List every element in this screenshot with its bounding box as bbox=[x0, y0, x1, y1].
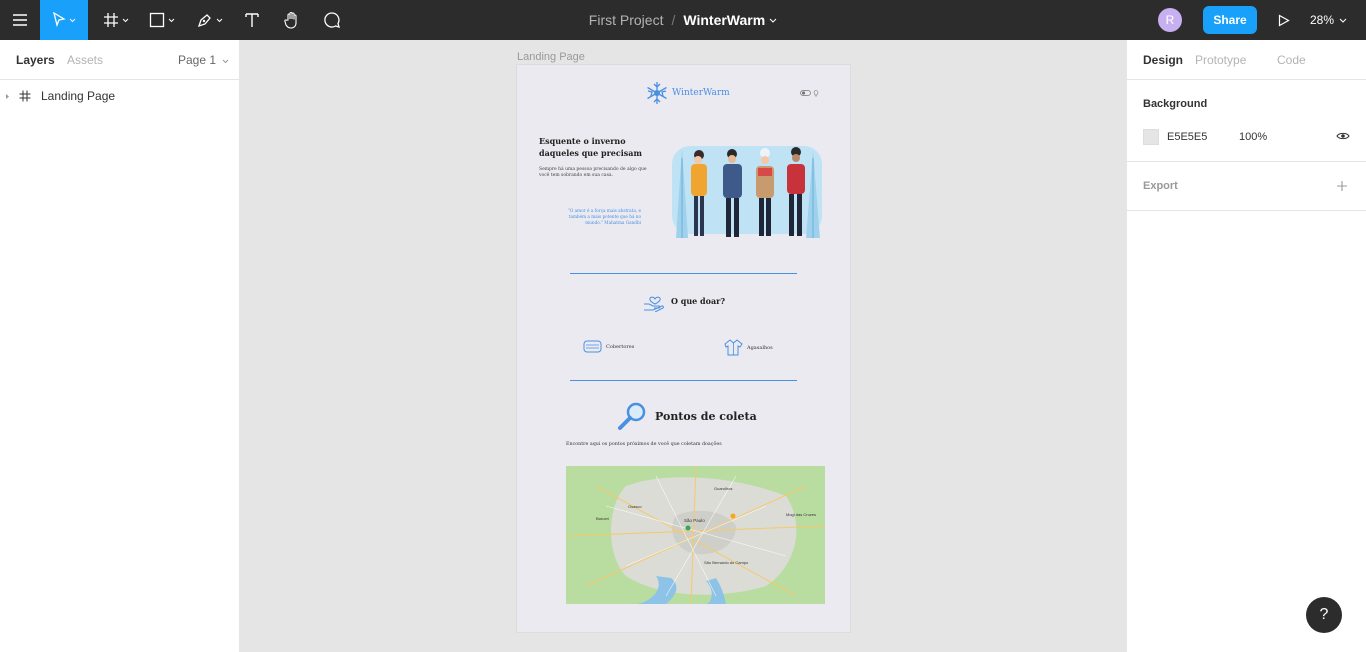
donation-item-label: Cobertores bbox=[606, 343, 635, 350]
frame-icon bbox=[19, 90, 31, 102]
magnifier-icon bbox=[618, 402, 646, 430]
right-panel: Design Prototype Code Background E5E5E5 … bbox=[1126, 40, 1366, 652]
landing-page-frame[interactable]: WinterWarm Esquente o inverno daqueles q… bbox=[517, 65, 850, 632]
map-label-west: Osasco bbox=[628, 504, 642, 509]
pontos-title: Pontos de coleta bbox=[655, 409, 757, 423]
donation-item-coats: Agasalhos bbox=[724, 339, 773, 356]
hero-subtitle: Sempre há uma pessoa precisando de algo … bbox=[539, 167, 647, 178]
background-hex-input[interactable]: E5E5E5 bbox=[1167, 131, 1207, 143]
title-separator: / bbox=[671, 12, 676, 28]
quote: "O amor é a força mais abstrata, e també… bbox=[567, 208, 641, 225]
help-button[interactable]: ? bbox=[1306, 597, 1342, 633]
layer-item[interactable]: Landing Page bbox=[0, 88, 238, 104]
left-tabs: Layers Assets Page 1 bbox=[0, 40, 239, 80]
export-section: Export bbox=[1127, 162, 1366, 211]
toolbar: First Project / WinterWarm R Share 28% bbox=[0, 0, 1366, 40]
hero-title: Esquente o inverno daqueles que precisam bbox=[539, 136, 642, 158]
map-label-north: Guarulhos bbox=[714, 486, 732, 491]
text-tool-icon[interactable] bbox=[236, 0, 268, 40]
section-divider bbox=[570, 380, 797, 381]
map-label-center: São Paulo bbox=[684, 518, 705, 523]
tab-prototype[interactable]: Prototype bbox=[1195, 53, 1246, 67]
zoom-menu[interactable]: 28% bbox=[1310, 0, 1347, 40]
file-name[interactable]: WinterWarm bbox=[683, 12, 765, 28]
page-selector[interactable]: Page 1 bbox=[178, 53, 229, 67]
section-divider bbox=[570, 273, 797, 274]
move-tool-icon[interactable] bbox=[40, 0, 88, 40]
left-panel: Layers Assets Page 1 Landing Page bbox=[0, 40, 240, 652]
pontos-subtitle: Encontre aqui os pontos próximos de você… bbox=[566, 442, 722, 447]
frame-tool-icon[interactable] bbox=[96, 0, 136, 40]
background-section: Background E5E5E5 100% bbox=[1127, 80, 1366, 162]
donate-heading: O que doar? bbox=[643, 290, 725, 312]
pen-tool-icon[interactable] bbox=[190, 0, 230, 40]
map-graphic: São Paulo Guarulhos São Bernardo do Camp… bbox=[566, 466, 825, 604]
comment-tool-icon[interactable] bbox=[316, 0, 348, 40]
right-tabs: Design Prototype Code bbox=[1127, 40, 1366, 80]
chevron-down-icon[interactable] bbox=[769, 18, 777, 23]
tab-layers[interactable]: Layers bbox=[16, 53, 55, 67]
project-name[interactable]: First Project bbox=[589, 12, 664, 28]
theme-toggle-icon bbox=[800, 90, 819, 97]
donate-title: O que doar? bbox=[671, 296, 726, 306]
export-title: Export bbox=[1143, 180, 1178, 192]
map-label-east: Mogi das Cruzes bbox=[786, 512, 816, 517]
tab-assets[interactable]: Assets bbox=[67, 53, 103, 67]
page-selector-label: Page 1 bbox=[178, 53, 217, 67]
blanket-icon bbox=[583, 340, 602, 353]
background-title: Background bbox=[1143, 98, 1208, 110]
frame-label[interactable]: Landing Page bbox=[517, 51, 585, 63]
avatar[interactable]: R bbox=[1158, 8, 1182, 32]
share-button[interactable]: Share bbox=[1203, 6, 1257, 34]
eye-icon[interactable] bbox=[1336, 131, 1350, 141]
chevron-down-icon bbox=[1339, 18, 1347, 23]
heart-hand-icon bbox=[644, 296, 664, 312]
coat-icon bbox=[724, 339, 743, 356]
collection-points-map[interactable]: São Paulo Guarulhos São Bernardo do Camp… bbox=[566, 466, 825, 604]
tab-code[interactable]: Code bbox=[1277, 53, 1306, 67]
map-label-south: São Bernardo do Campo bbox=[704, 560, 749, 565]
logo: WinterWarm bbox=[645, 81, 730, 105]
pontos-heading: Pontos de coleta bbox=[617, 401, 757, 431]
logo-text: WinterWarm bbox=[672, 88, 730, 98]
tab-design[interactable]: Design bbox=[1143, 53, 1183, 67]
present-icon[interactable] bbox=[1270, 0, 1298, 40]
people-illustration bbox=[672, 146, 822, 238]
chevron-down-icon bbox=[223, 59, 229, 64]
map-label-extra: Barueri bbox=[596, 516, 609, 521]
layer-name: Landing Page bbox=[41, 89, 116, 103]
donation-item-label: Agasalhos bbox=[747, 344, 773, 351]
add-export-icon[interactable] bbox=[1336, 180, 1348, 192]
shape-tool-icon[interactable] bbox=[142, 0, 182, 40]
background-opacity-input[interactable]: 100% bbox=[1239, 131, 1267, 143]
background-swatch[interactable] bbox=[1143, 129, 1159, 145]
expand-arrow-icon[interactable] bbox=[5, 93, 10, 100]
donation-item-blankets: Cobertores bbox=[583, 339, 634, 354]
zoom-level: 28% bbox=[1310, 13, 1335, 27]
canvas[interactable]: Landing Page WinterWarm Esquente o inver… bbox=[240, 40, 1126, 652]
menu-icon[interactable] bbox=[0, 0, 40, 40]
hand-tool-icon[interactable] bbox=[276, 0, 308, 40]
snowflake-icon bbox=[647, 82, 667, 104]
